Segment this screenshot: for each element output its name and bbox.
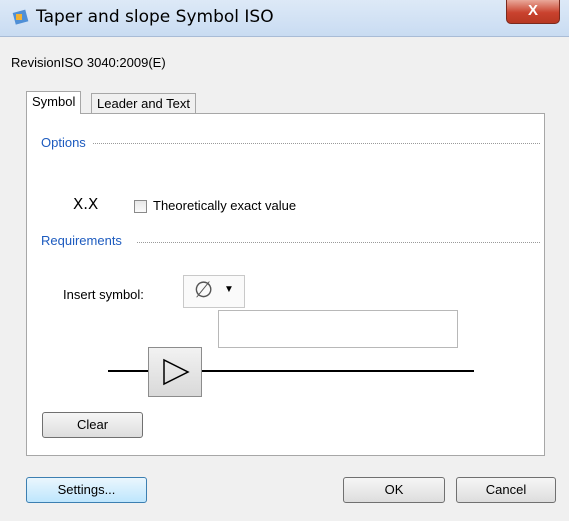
insert-symbol-label: Insert symbol: [63,287,144,302]
chevron-down-icon: ▼ [224,284,234,295]
value-input[interactable] [218,310,458,348]
requirements-divider [137,242,540,243]
tab-leader-and-text[interactable]: Leader and Text [91,93,196,115]
triangle-symbol-button[interactable] [148,347,202,397]
symbol-tab-panel: Options X.X Theoretically exact value Re… [26,113,545,456]
ok-button[interactable]: OK [343,477,445,503]
app-icon [12,9,29,25]
cancel-button[interactable]: Cancel [456,477,556,503]
diameter-icon: ∅ [194,278,214,303]
insert-symbol-dropdown[interactable]: ∅ ▼ [183,275,245,308]
requirements-group-title: Requirements [41,233,126,248]
settings-button[interactable]: Settings... [26,477,147,503]
triangle-icon [163,358,190,386]
options-group-title: Options [41,135,90,150]
symbol-preview-text: X.X [73,195,99,213]
theoretically-exact-checkbox[interactable] [134,200,147,213]
theoretically-exact-label: Theoretically exact value [153,198,297,213]
options-divider [93,143,540,144]
dialog-client: RevisionISO 3040:2009(E) Symbol Leader a… [0,37,569,521]
revision-label: RevisionISO 3040:2009(E) [11,55,166,70]
close-button[interactable]: X [506,0,560,24]
tab-symbol[interactable]: Symbol [26,91,82,114]
title-bar: Taper and slope Symbol ISO X [0,0,569,37]
window-title: Taper and slope Symbol ISO [36,7,274,27]
clear-button[interactable]: Clear [42,412,143,438]
